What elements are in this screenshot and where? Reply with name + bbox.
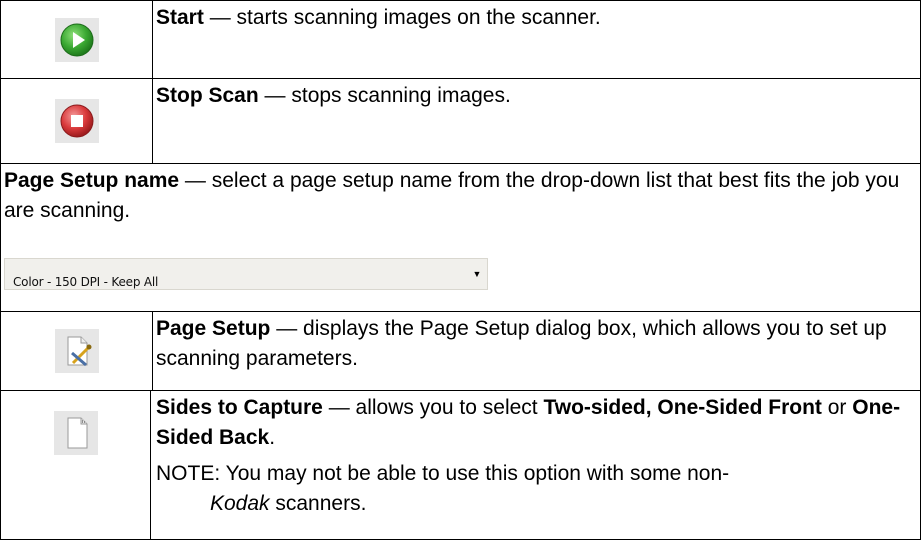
description: stops scanning images.: [291, 84, 511, 107]
note: NOTE: You may not be able to use this op…: [156, 459, 914, 519]
note-text: NOTE: You may not be able to use this op…: [156, 462, 730, 485]
table-row: Sides to Capture — allows you to select …: [0, 390, 921, 540]
brand-name: Kodak: [210, 492, 270, 515]
separator: —: [258, 84, 292, 107]
term: Page Setup name: [4, 169, 180, 192]
description-cell: Sides to Capture — allows you to select …: [153, 391, 921, 539]
page-setup-icon: [67, 336, 91, 367]
table-row: Stop Scan — stops scanning images.: [0, 78, 921, 163]
icon-cell: [0, 391, 151, 539]
separator: —: [179, 169, 212, 192]
separator: —: [270, 317, 304, 340]
description: starts scanning images on the scanner.: [236, 6, 601, 29]
table-row: Page Setup name — select a page setup na…: [0, 163, 921, 311]
icon-cell: [0, 312, 153, 390]
term: Start: [156, 6, 204, 29]
term: Stop Scan: [156, 84, 259, 107]
chevron-down-icon[interactable]: ▼: [472, 269, 482, 279]
description: allows you to select: [355, 396, 544, 419]
blank-page-icon: [67, 417, 87, 449]
separator: —: [203, 6, 237, 29]
toolbar-buttons-table: Start — starts scanning images on the sc…: [0, 0, 922, 540]
icon-cell: [0, 1, 153, 78]
term: Page Setup: [156, 317, 271, 340]
icon-cell: [0, 79, 153, 163]
description-cell: Page Setup — displays the Page Setup dia…: [153, 312, 921, 390]
dropdown-selected-value: Color - 150 DPI - Keep All: [13, 275, 159, 289]
stop-scan-button[interactable]: [54, 99, 99, 143]
separator: —: [322, 396, 356, 419]
table-row: Start — starts scanning images on the sc…: [0, 0, 921, 78]
description-cell: Stop Scan — stops scanning images.: [153, 79, 921, 163]
page-setup-button[interactable]: [54, 329, 99, 373]
sides-to-capture-button[interactable]: [53, 411, 98, 455]
description-cell: Start — starts scanning images on the sc…: [153, 1, 921, 78]
period: .: [269, 426, 276, 449]
description-paragraph: Sides to Capture — allows you to select …: [156, 393, 914, 453]
table-row: Page Setup — displays the Page Setup dia…: [0, 311, 921, 390]
term: Sides to Capture: [156, 396, 323, 419]
option-two-sided-front: Two-sided, One-Sided Front: [543, 396, 822, 419]
start-button[interactable]: [54, 17, 99, 62]
description-cell: Page Setup name — select a page setup na…: [0, 164, 921, 311]
conjunction: or: [821, 396, 853, 419]
play-icon: [60, 23, 93, 56]
note-text-end: scanners.: [269, 492, 367, 515]
page-setup-dropdown[interactable]: Color - 150 DPI - Keep All ▼: [4, 258, 488, 290]
stop-icon: [60, 104, 93, 138]
